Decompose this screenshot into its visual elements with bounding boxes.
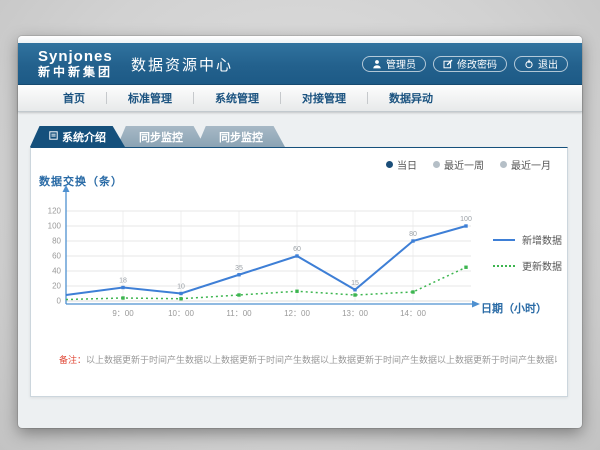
tab-sync-monitor-1[interactable]: 同步监控: [117, 126, 205, 147]
radio-last-week[interactable]: 最近一周: [433, 157, 484, 172]
svg-text:14：00: 14：00: [400, 309, 426, 318]
app-window: Synjones 新中新集团 数据资源中心 管理员 修改密码: [18, 36, 582, 428]
svg-text:35: 35: [235, 265, 243, 272]
logout-button[interactable]: 退出: [514, 56, 568, 72]
svg-text:60: 60: [52, 252, 61, 261]
legend-label: 新增数据: [522, 232, 562, 247]
change-password-button[interactable]: 修改密码: [433, 56, 507, 72]
main-nav: 首页 标准管理 系统管理 对接管理 数据异动: [18, 85, 582, 112]
logo-subtext: 新中新集团: [38, 66, 113, 78]
legend-item-new-data: 新增数据: [493, 232, 562, 247]
blue-line-swatch-icon: [493, 239, 515, 241]
user-label: 管理员: [386, 56, 416, 71]
content-panel: 当日 最近一周 最近一月 数据交换（条） 0204060801001209：00…: [30, 147, 568, 397]
svg-text:120: 120: [48, 207, 62, 216]
window-top-strip: [18, 36, 582, 43]
svg-text:12：00: 12：00: [284, 309, 310, 318]
user-icon: [372, 59, 382, 69]
power-icon: [524, 59, 534, 69]
logo: Synjones 新中新集团: [38, 49, 113, 78]
line-chart: 0 20 40 60 80 100 120 9：00 10：00 11：00 12：00 13：00 1…: [41, 183, 491, 328]
radio-label: 最近一周: [444, 157, 484, 172]
radio-dot-icon: [386, 161, 393, 168]
app-header: Synjones 新中新集团 数据资源中心 管理员 修改密码: [18, 43, 582, 85]
svg-text:9：00: 9：00: [112, 309, 134, 318]
tab-label: 同步监控: [139, 129, 183, 145]
logo-text: Synjones: [38, 49, 113, 64]
x-axis-title: 日期（小时）: [481, 300, 547, 316]
nav-item-system-mgmt[interactable]: 系统管理: [194, 90, 280, 106]
user-button[interactable]: 管理员: [362, 56, 426, 72]
svg-text:13：00: 13：00: [342, 309, 368, 318]
svg-text:10：00: 10：00: [168, 309, 194, 318]
footnote-text: 以上数据更新于时间产生数据以上数据更新于时间产生数据以上数据更新于时间产生数据以…: [86, 355, 557, 365]
edit-icon: [443, 59, 453, 69]
svg-text:11：00: 11：00: [226, 309, 252, 318]
green-dotted-swatch-icon: [493, 265, 515, 267]
svg-text:80: 80: [52, 237, 61, 246]
svg-text:18: 18: [119, 278, 127, 285]
tab-sync-monitor-2[interactable]: 同步监控: [197, 126, 285, 147]
change-password-label: 修改密码: [457, 56, 497, 71]
svg-text:40: 40: [52, 267, 61, 276]
tab-label: 系统介绍: [62, 129, 106, 145]
svg-text:10: 10: [177, 284, 185, 291]
radio-label: 最近一月: [511, 157, 551, 172]
tab-system-intro[interactable]: 系统介绍: [30, 126, 125, 147]
footnote-label: 备注：: [59, 355, 86, 365]
radio-dot-icon: [433, 161, 440, 168]
svg-text:20: 20: [52, 282, 61, 291]
document-icon: [49, 131, 58, 143]
tab-label: 同步监控: [219, 129, 263, 145]
chart-legend: 新增数据 更新数据: [493, 232, 562, 284]
header-actions: 管理员 修改密码 退出: [362, 56, 568, 72]
radio-label: 当日: [397, 157, 417, 172]
time-range-filter: 当日 最近一周 最近一月: [386, 157, 551, 172]
legend-item-update-data: 更新数据: [493, 258, 562, 273]
page-title: 数据资源中心: [131, 52, 233, 75]
tab-bar: 系统介绍 同步监控 同步监控: [30, 126, 285, 147]
nav-item-home[interactable]: 首页: [42, 90, 106, 106]
svg-text:80: 80: [409, 231, 417, 238]
nav-item-data-change[interactable]: 数据异动: [368, 90, 454, 106]
svg-text:15: 15: [351, 280, 359, 287]
svg-text:60: 60: [293, 246, 301, 253]
legend-label: 更新数据: [522, 258, 562, 273]
nav-item-docking-mgmt[interactable]: 对接管理: [281, 90, 367, 106]
svg-text:100: 100: [48, 222, 62, 231]
radio-dot-icon: [500, 161, 507, 168]
logout-label: 退出: [538, 56, 558, 71]
svg-text:100: 100: [460, 216, 472, 223]
svg-text:0: 0: [57, 297, 62, 306]
footnote: 备注：以上数据更新于时间产生数据以上数据更新于时间产生数据以上数据更新于时间产生…: [59, 353, 557, 366]
desktop-background: Synjones 新中新集团 数据资源中心 管理员 修改密码: [0, 0, 600, 450]
radio-last-month[interactable]: 最近一月: [500, 157, 551, 172]
radio-today[interactable]: 当日: [386, 157, 417, 172]
nav-item-standard-mgmt[interactable]: 标准管理: [107, 90, 193, 106]
